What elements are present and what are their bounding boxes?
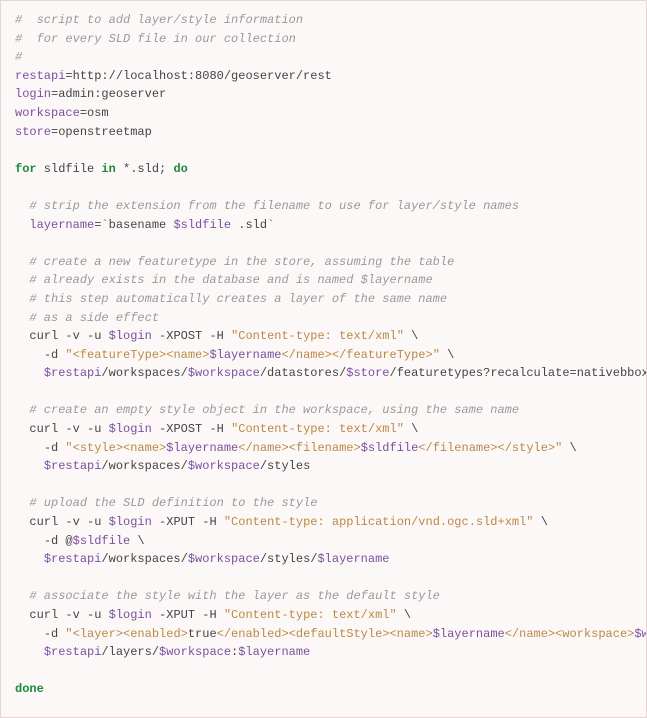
text: curl -v -u: [29, 608, 108, 622]
keyword-do: do: [173, 162, 187, 176]
var-ref: $workspace: [634, 627, 647, 641]
var-workspace: workspace: [15, 106, 80, 120]
text: \: [404, 422, 418, 436]
var-ref: $restapi: [44, 645, 102, 659]
comment: # for every SLD file in our collection: [15, 32, 296, 46]
text: -XPUT -H: [152, 515, 224, 529]
backquote: `: [267, 218, 274, 232]
var-ref: $restapi: [44, 552, 102, 566]
string: </name><filename>: [238, 441, 360, 455]
text: \: [562, 441, 576, 455]
string: </name></featureType>": [281, 348, 439, 362]
text: curl -v -u: [29, 422, 108, 436]
string: "Content-type: text/xml": [231, 422, 404, 436]
comment: # strip the extension from the filename …: [29, 199, 519, 213]
text: /datastores/: [260, 366, 346, 380]
comment: # associate the style with the layer as …: [29, 589, 439, 603]
text: =http://localhost:8080/geoserver/rest: [65, 69, 331, 83]
text: /workspaces/: [101, 552, 187, 566]
string: </filename></style>": [418, 441, 562, 455]
text: basename: [109, 218, 174, 232]
var-ref: $restapi: [44, 366, 102, 380]
text: -XPOST -H: [152, 329, 231, 343]
text: sldfile: [37, 162, 102, 176]
text: /workspaces/: [101, 459, 187, 473]
text: =admin:geoserver: [51, 87, 166, 101]
text: \: [440, 348, 454, 362]
string: "<layer><enabled>: [65, 627, 187, 641]
comment: # create an empty style object in the wo…: [29, 403, 519, 417]
backquote: `: [101, 218, 108, 232]
text: .sld: [231, 218, 267, 232]
text: /styles: [260, 459, 310, 473]
var-ref: $sldfile: [173, 218, 231, 232]
var-ref: $workspace: [188, 552, 260, 566]
var-ref: $login: [109, 422, 152, 436]
text: -d: [44, 627, 66, 641]
var-ref: $sldfile: [73, 534, 131, 548]
var-ref: $layername: [433, 627, 505, 641]
keyword-done: done: [15, 682, 44, 696]
text: \: [130, 534, 144, 548]
text: =osm: [80, 106, 109, 120]
var-login: login: [15, 87, 51, 101]
string: "<featureType><name>: [65, 348, 209, 362]
text: curl -v -u: [29, 329, 108, 343]
var-ref: $workspace: [159, 645, 231, 659]
text: true: [188, 627, 217, 641]
text: /workspaces/: [101, 366, 187, 380]
text: \: [397, 608, 411, 622]
comment: # already exists in the database and is …: [29, 273, 432, 287]
var-ref: $login: [109, 329, 152, 343]
var-ref: $login: [109, 515, 152, 529]
comment: # this step automatically creates a laye…: [29, 292, 447, 306]
string: "Content-type: text/xml": [224, 608, 397, 622]
text: \: [534, 515, 548, 529]
text: /featuretypes?recalculate=nativebbox,lat…: [390, 366, 647, 380]
var-ref: $login: [109, 608, 152, 622]
text: -d: [44, 441, 66, 455]
var-restapi: restapi: [15, 69, 65, 83]
text: /styles/: [260, 552, 318, 566]
keyword-for: for: [15, 162, 37, 176]
text: -XPUT -H: [152, 608, 224, 622]
var-ref: $layername: [238, 645, 310, 659]
text: -d @: [44, 534, 73, 548]
string: "Content-type: text/xml": [231, 329, 404, 343]
text: =openstreetmap: [51, 125, 152, 139]
var-ref: $workspace: [188, 459, 260, 473]
comment: # create a new featuretype in the store,…: [29, 255, 454, 269]
comment: # script to add layer/style information: [15, 13, 303, 27]
text: \: [404, 329, 418, 343]
var-ref: $layername: [209, 348, 281, 362]
string: </enabled><defaultStyle><name>: [217, 627, 433, 641]
string: "<style><name>: [65, 441, 166, 455]
text: curl -v -u: [29, 515, 108, 529]
code-block[interactable]: # script to add layer/style information …: [0, 0, 647, 718]
keyword-in: in: [101, 162, 115, 176]
var-ref: $sldfile: [361, 441, 419, 455]
text: /layers/: [101, 645, 159, 659]
string: </name><workspace>: [505, 627, 635, 641]
text: *.sld;: [116, 162, 174, 176]
comment: #: [15, 50, 22, 64]
text: -d: [44, 348, 66, 362]
string: "Content-type: application/vnd.ogc.sld+x…: [224, 515, 534, 529]
var-ref: $layername: [166, 441, 238, 455]
var-ref: $restapi: [44, 459, 102, 473]
var-store: store: [15, 125, 51, 139]
var-ref: $workspace: [188, 366, 260, 380]
comment: # upload the SLD definition to the style: [29, 496, 317, 510]
text: -XPOST -H: [152, 422, 231, 436]
var-layername: layername: [29, 218, 94, 232]
var-ref: $layername: [317, 552, 389, 566]
comment: # as a side effect: [29, 311, 159, 325]
var-ref: $store: [346, 366, 389, 380]
